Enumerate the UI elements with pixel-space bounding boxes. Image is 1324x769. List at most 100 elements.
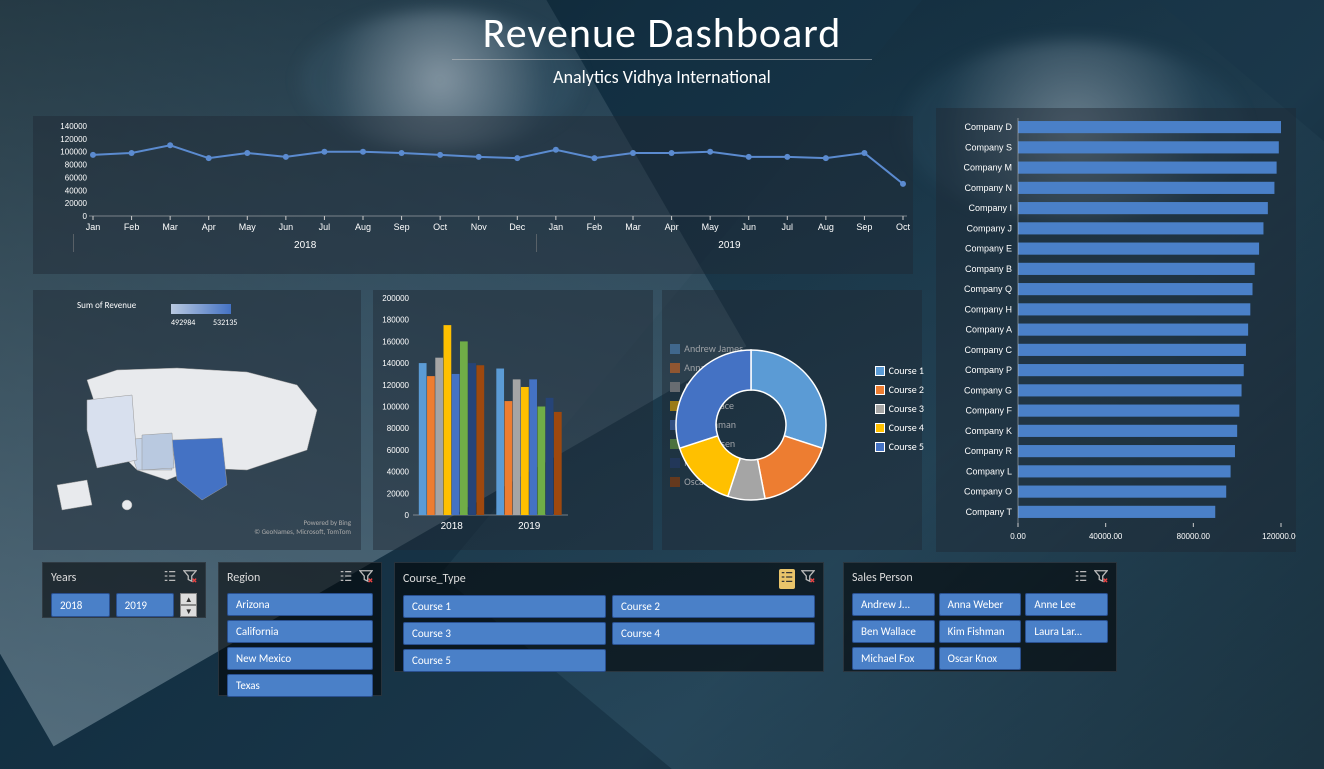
multiselect-icon[interactable] bbox=[1074, 569, 1088, 587]
svg-text:Company M: Company M bbox=[963, 163, 1012, 173]
donut-chart[interactable] bbox=[666, 340, 836, 510]
slicer-item[interactable]: Ben Wallace bbox=[852, 620, 935, 643]
clear-filter-icon[interactable] bbox=[801, 569, 815, 589]
svg-text:Company N: Company N bbox=[964, 183, 1012, 193]
svg-text:Jan: Jan bbox=[86, 222, 101, 232]
map-panel[interactable]: Sum of Revenue 492984 532135 Powered by … bbox=[33, 290, 361, 550]
svg-text:Mar: Mar bbox=[162, 222, 178, 232]
svg-text:Oct: Oct bbox=[433, 222, 448, 232]
slicer-sales-title: Sales Person bbox=[852, 571, 913, 585]
clear-filter-icon[interactable] bbox=[183, 569, 197, 587]
clear-filter-icon[interactable] bbox=[1094, 569, 1108, 587]
svg-text:May: May bbox=[239, 222, 257, 232]
svg-text:80000: 80000 bbox=[387, 424, 410, 433]
slicer-item[interactable]: Kim Fishman bbox=[939, 620, 1022, 643]
map-legend-min: 492984 bbox=[171, 318, 195, 328]
donut-legend-item: Course 1 bbox=[875, 364, 924, 377]
page-subtitle: Analytics Vidhya International bbox=[0, 66, 1324, 88]
line-chart[interactable]: 020000400006000080000100000120000140000J… bbox=[33, 116, 913, 274]
year-2018-button[interactable]: 2018 bbox=[51, 593, 110, 617]
grouped-bar-chart[interactable]: 0200004000060000800001000001200001400001… bbox=[373, 290, 573, 540]
slicer-item[interactable]: Laura Lar... bbox=[1025, 620, 1108, 643]
slicer-course: Course_Type Course 1 Course 2 Course 3 Cour… bbox=[394, 562, 824, 672]
map-legend-max: 532135 bbox=[213, 318, 237, 328]
donut-legend-item: Course 5 bbox=[875, 440, 924, 453]
multiselect-icon[interactable] bbox=[163, 569, 177, 587]
svg-text:Company O: Company O bbox=[964, 487, 1012, 497]
company-bar-panel: Company D Company S Company M Company N Comp… bbox=[936, 108, 1296, 552]
year-2019-button[interactable]: 2019 bbox=[116, 593, 175, 617]
svg-text:Jun: Jun bbox=[279, 222, 294, 232]
donut-legend-item: Course 3 bbox=[875, 402, 924, 415]
slicer-item[interactable]: Andrew J... bbox=[852, 593, 935, 616]
slicer-item[interactable]: Anne Lee bbox=[1025, 593, 1108, 616]
multiselect-icon[interactable] bbox=[339, 569, 353, 587]
slicer-item[interactable]: Course 3 bbox=[403, 622, 606, 645]
svg-text:Jul: Jul bbox=[319, 222, 331, 232]
svg-text:Company C: Company C bbox=[964, 345, 1012, 355]
slicer-item[interactable]: California bbox=[227, 620, 373, 643]
svg-text:60000: 60000 bbox=[387, 446, 410, 455]
year-spinner[interactable]: ▲▼ bbox=[180, 593, 197, 617]
svg-text:100000: 100000 bbox=[382, 403, 409, 412]
svg-text:Company J: Company J bbox=[966, 223, 1012, 233]
svg-text:2018: 2018 bbox=[441, 521, 464, 532]
svg-text:0: 0 bbox=[405, 511, 410, 520]
svg-text:140000: 140000 bbox=[60, 122, 87, 131]
svg-text:Feb: Feb bbox=[124, 222, 140, 232]
svg-text:Jun: Jun bbox=[741, 222, 756, 232]
slicer-item[interactable]: Course 4 bbox=[612, 622, 815, 645]
slicer-item[interactable]: Course 1 bbox=[403, 595, 606, 618]
svg-text:Apr: Apr bbox=[202, 222, 216, 232]
svg-text:60000: 60000 bbox=[65, 173, 88, 182]
svg-text:Company I: Company I bbox=[968, 203, 1012, 213]
svg-text:Mar: Mar bbox=[625, 222, 641, 232]
slicer-region-title: Region bbox=[227, 571, 260, 585]
slicer-item[interactable]: Michael Fox bbox=[852, 647, 935, 670]
svg-text:Company G: Company G bbox=[964, 385, 1012, 395]
slicer-item[interactable]: Arizona bbox=[227, 593, 373, 616]
map-attribution: Powered by Bing © GeoNames, Microsoft, T… bbox=[254, 518, 351, 536]
svg-text:Company T: Company T bbox=[966, 507, 1013, 517]
svg-text:80000.00: 80000.00 bbox=[1177, 532, 1211, 541]
slicer-item[interactable]: Oscar Knox bbox=[939, 647, 1022, 670]
svg-text:120000.00: 120000.00 bbox=[1262, 532, 1296, 541]
clear-filter-icon[interactable] bbox=[359, 569, 373, 587]
svg-text:Company A: Company A bbox=[965, 325, 1012, 335]
slicer-item[interactable]: Course 2 bbox=[612, 595, 815, 618]
svg-text:Sep: Sep bbox=[856, 222, 872, 232]
svg-text:Aug: Aug bbox=[355, 222, 371, 232]
svg-text:Apr: Apr bbox=[665, 222, 679, 232]
grouped-bar-panel: 0200004000060000800001000001200001400001… bbox=[373, 290, 653, 550]
slicer-years-title: Years bbox=[51, 571, 76, 585]
svg-text:0.00: 0.00 bbox=[1010, 532, 1026, 541]
svg-text:Company S: Company S bbox=[965, 142, 1012, 152]
map-legend-gradient bbox=[171, 304, 231, 314]
slicer-item[interactable]: Course 5 bbox=[403, 649, 606, 672]
svg-text:Jan: Jan bbox=[549, 222, 564, 232]
donut-legend-item: Course 2 bbox=[875, 383, 924, 396]
slicer-item[interactable]: New Mexico bbox=[227, 647, 373, 670]
svg-text:Jul: Jul bbox=[782, 222, 794, 232]
line-chart-panel: 020000400006000080000100000120000140000J… bbox=[33, 116, 913, 274]
svg-text:20000: 20000 bbox=[65, 199, 88, 208]
svg-text:Dec: Dec bbox=[509, 222, 526, 232]
slicer-item[interactable]: Texas bbox=[227, 674, 373, 697]
svg-text:180000: 180000 bbox=[382, 316, 409, 325]
svg-text:20000: 20000 bbox=[387, 489, 410, 498]
company-bar-chart[interactable]: Company D Company S Company M Company N Comp… bbox=[936, 108, 1296, 552]
svg-text:200000: 200000 bbox=[382, 294, 409, 303]
multiselect-icon[interactable] bbox=[779, 569, 795, 589]
svg-text:Company F: Company F bbox=[965, 406, 1012, 416]
donut-legend-item: Course 4 bbox=[875, 421, 924, 434]
svg-text:2019: 2019 bbox=[718, 240, 741, 251]
slicer-item[interactable]: Anna Weber bbox=[939, 593, 1022, 616]
svg-text:May: May bbox=[702, 222, 720, 232]
svg-text:Company P: Company P bbox=[965, 365, 1012, 375]
svg-text:0: 0 bbox=[83, 212, 88, 221]
page-title: Revenue Dashboard bbox=[452, 0, 872, 60]
svg-text:Company K: Company K bbox=[965, 426, 1012, 436]
svg-text:Company D: Company D bbox=[964, 122, 1012, 132]
svg-text:2018: 2018 bbox=[294, 240, 317, 251]
slicer-course-title: Course_Type bbox=[403, 572, 466, 586]
